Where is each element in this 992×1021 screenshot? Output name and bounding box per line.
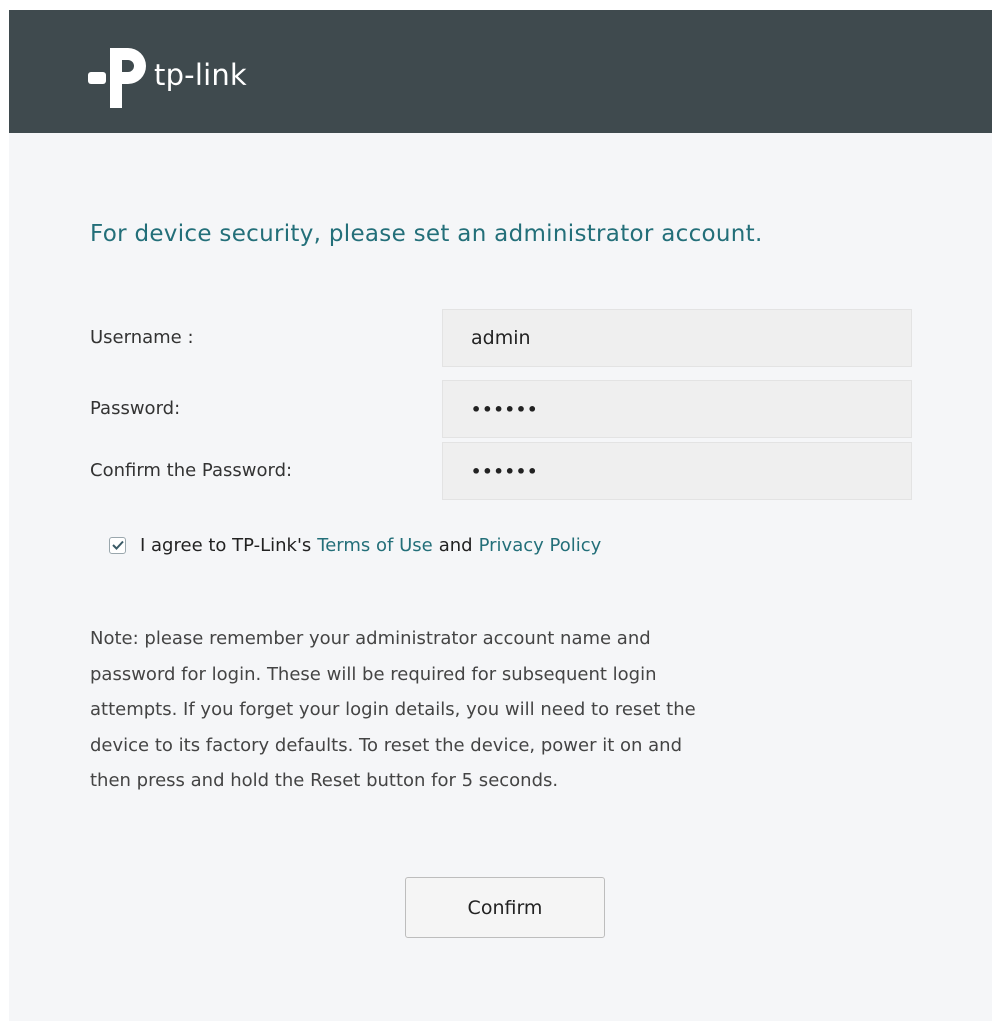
password-input[interactable] <box>442 380 912 438</box>
agree-checkbox[interactable] <box>109 536 126 554</box>
note-line: Note: please remember your administrator… <box>90 628 651 649</box>
privacy-policy-link[interactable]: Privacy Policy <box>479 535 602 556</box>
header-bar: tp-link <box>9 10 992 133</box>
setup-page: tp-link For device security, please set … <box>9 10 992 1021</box>
username-label: Username : <box>90 327 194 348</box>
logo-wordmark: tp-link <box>154 58 247 92</box>
note-line: device to its factory defaults. To reset… <box>90 734 683 756</box>
note-text: Note: please remember your administrator… <box>90 621 950 799</box>
password-label: Password: <box>90 398 181 419</box>
username-input[interactable] <box>442 309 912 367</box>
note-line: then press and hold the Reset button for… <box>90 770 559 791</box>
note-line: attempts. If you forget your login detai… <box>90 699 696 720</box>
terms-of-use-link[interactable]: Terms of Use <box>317 535 432 556</box>
tp-link-logo: tp-link <box>88 38 247 110</box>
confirm-password-input[interactable] <box>442 442 912 500</box>
note-line: password for login. These will be requir… <box>90 663 657 685</box>
page-heading: For device security, please set an admin… <box>90 221 763 247</box>
checkmark-icon <box>111 540 124 550</box>
agreement-row: I agree to TP-Link's Terms of Use and Pr… <box>109 530 601 560</box>
agree-text: I agree to TP-Link's <box>140 534 312 556</box>
confirm-password-label: Confirm the Password: <box>90 460 293 481</box>
tp-link-logo-icon <box>88 48 146 108</box>
confirm-button[interactable]: Confirm <box>405 877 605 938</box>
agree-conjunction: and <box>438 534 473 556</box>
